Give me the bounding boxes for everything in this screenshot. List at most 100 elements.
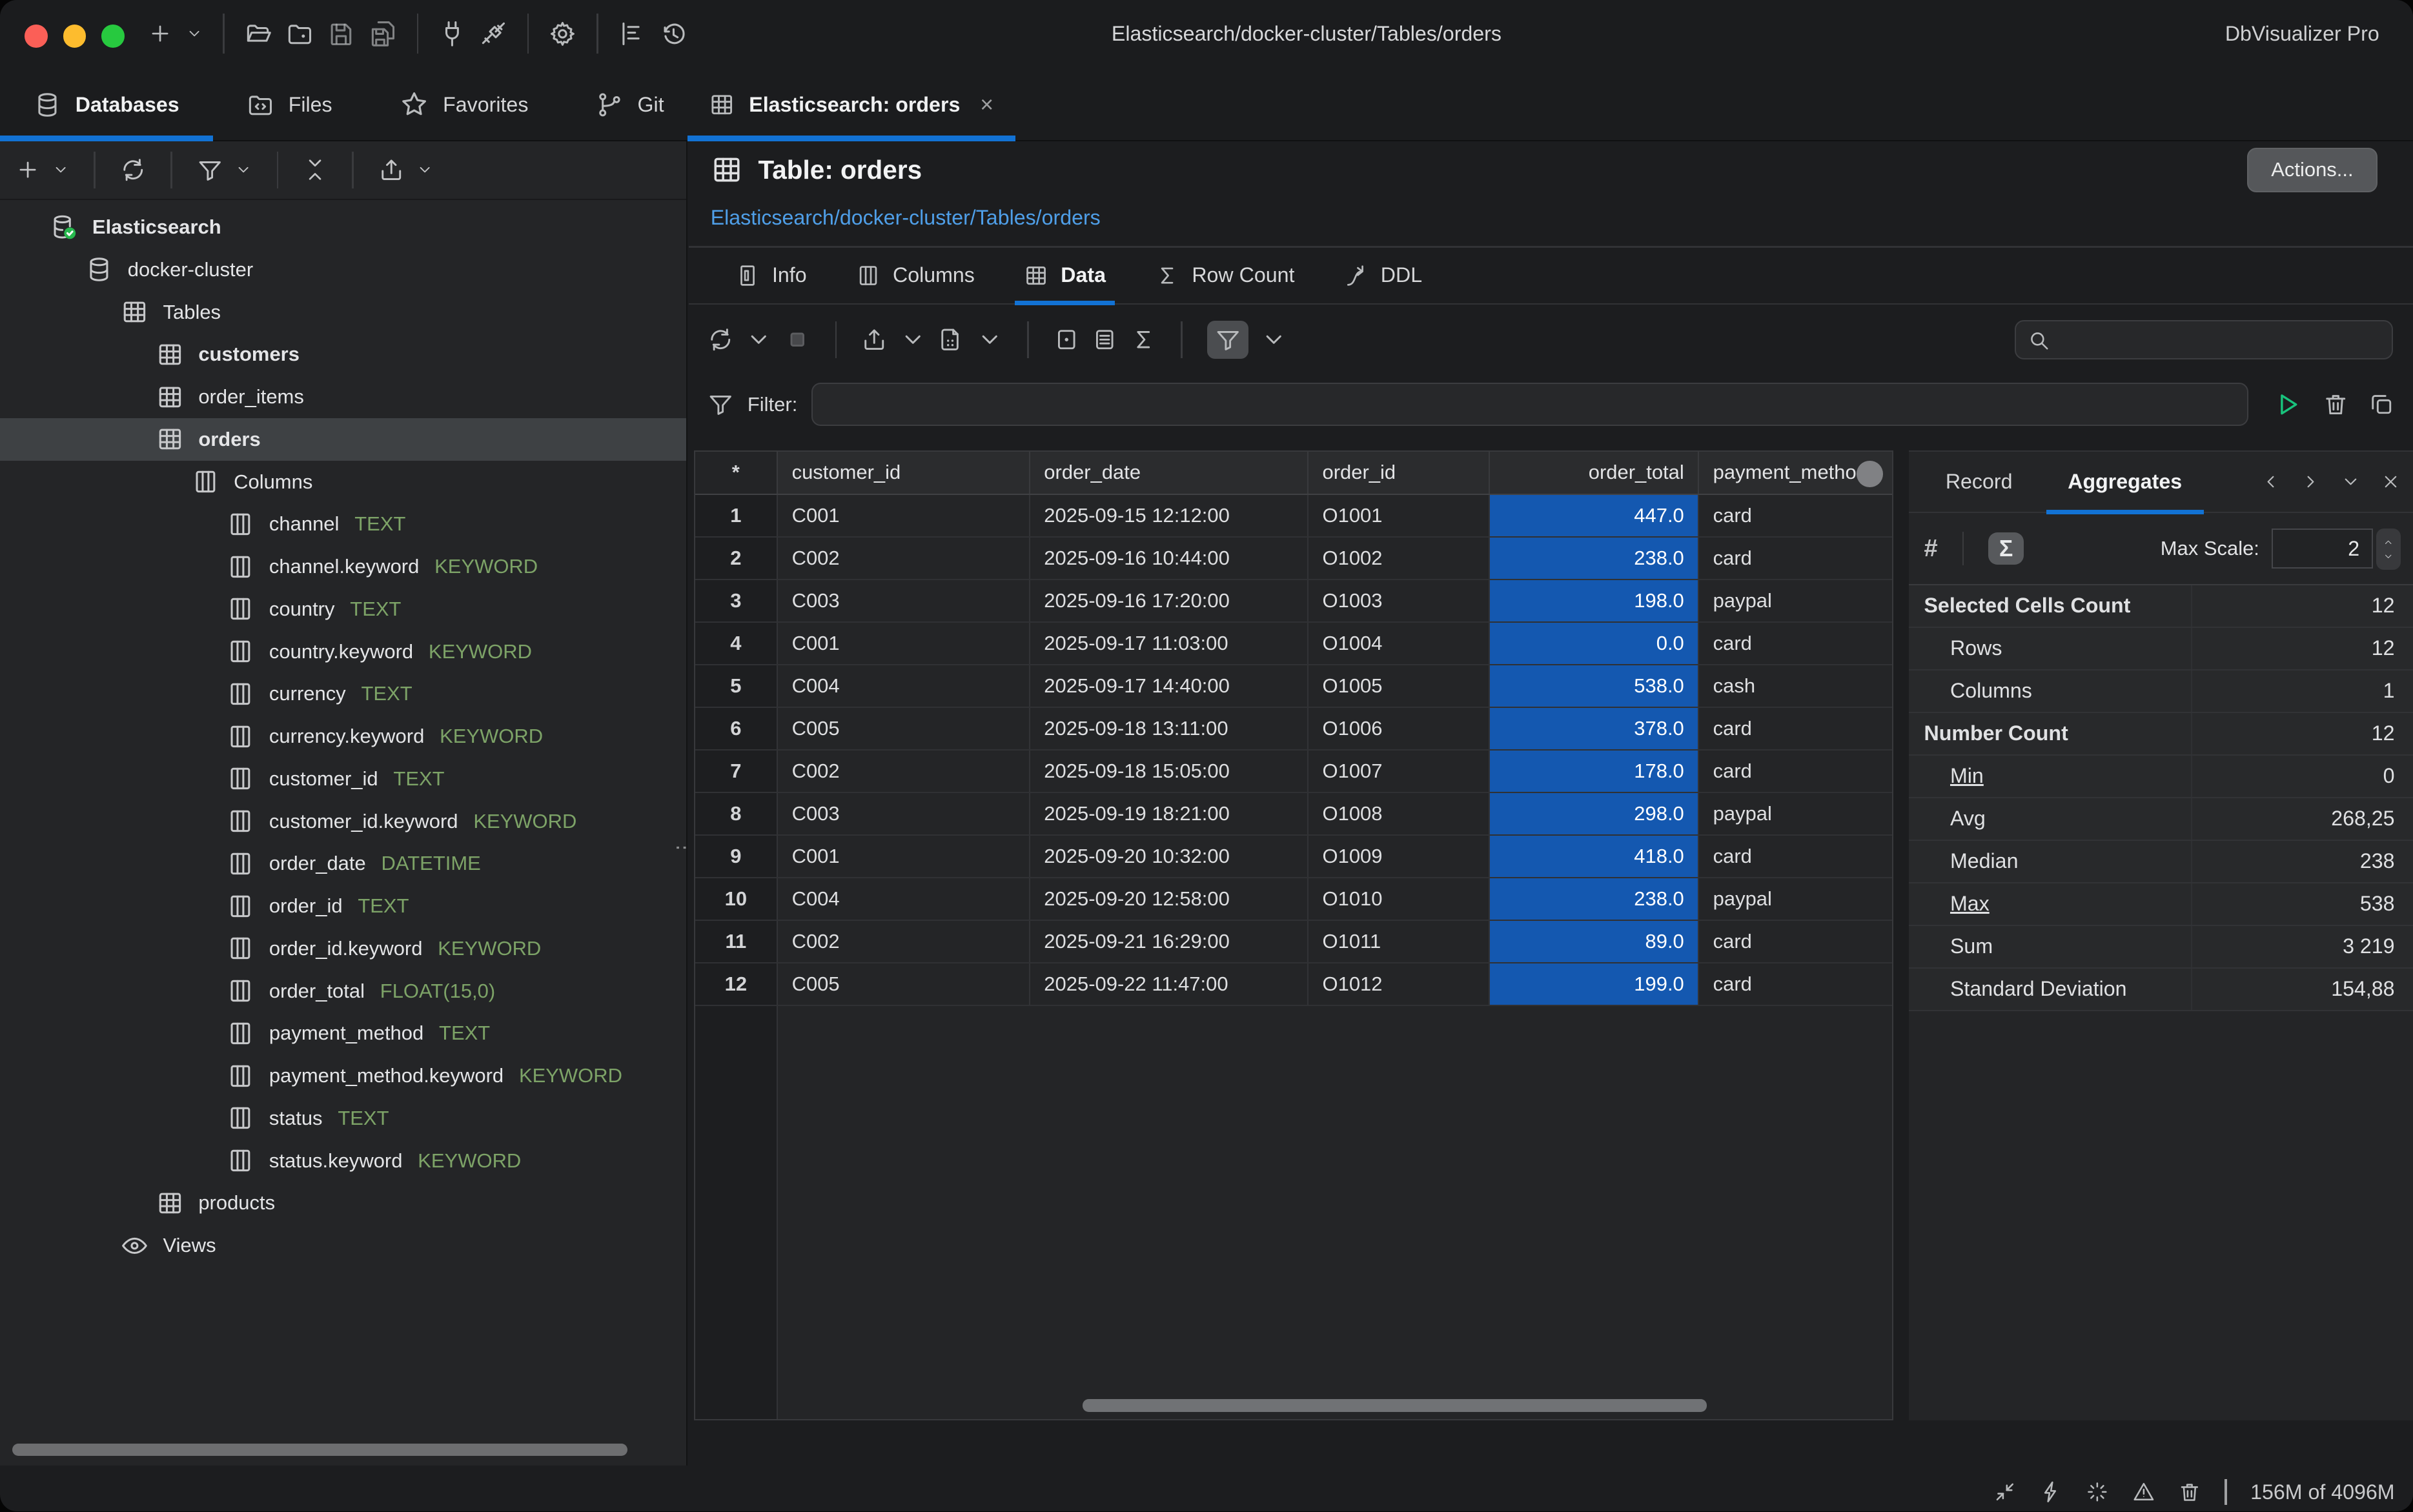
- cell-order-date[interactable]: 2025-09-19 18:21:00: [1030, 793, 1308, 834]
- cell-order-id[interactable]: O1009: [1308, 836, 1490, 877]
- column-options-button[interactable]: [1857, 461, 1883, 487]
- aggregate-label[interactable]: Min: [1950, 764, 1984, 787]
- cell-customer-id[interactable]: C003: [778, 580, 1030, 621]
- tree-item-order-id-keyword[interactable]: order_id.keyword KEYWORD: [0, 927, 686, 970]
- cell-order-total-selected[interactable]: 238.0: [1490, 878, 1699, 920]
- cell-customer-id[interactable]: C005: [778, 963, 1030, 1005]
- cell-order-date[interactable]: 2025-09-16 17:20:00: [1030, 580, 1308, 621]
- save-all-icon[interactable]: [369, 20, 397, 48]
- object-view-tab-ddl[interactable]: DDL: [1319, 247, 1447, 304]
- cell-order-id[interactable]: O1002: [1308, 538, 1490, 579]
- folder-new-icon[interactable]: [286, 20, 314, 48]
- cell-order-total-selected[interactable]: 89.0: [1490, 921, 1699, 962]
- cell-order-id[interactable]: O1007: [1308, 751, 1490, 792]
- doc-grid-icon[interactable]: [938, 327, 964, 353]
- tree-item-order-date[interactable]: order_date DATETIME: [0, 843, 686, 885]
- chevron-down-icon[interactable]: [1261, 327, 1287, 353]
- tree-item-customers[interactable]: customers: [0, 334, 686, 376]
- row-number-cell[interactable]: 3: [695, 580, 779, 621]
- object-view-tab-columns[interactable]: Columns: [831, 247, 999, 304]
- rows-icon[interactable]: [1092, 327, 1118, 353]
- warning-icon[interactable]: [2132, 1480, 2155, 1504]
- tree-item-columns[interactable]: Columns: [0, 461, 686, 503]
- stop-icon[interactable]: [784, 327, 811, 353]
- tree-item-order-items[interactable]: order_items: [0, 376, 686, 418]
- cell-customer-id[interactable]: C001: [778, 836, 1030, 877]
- refresh-icon[interactable]: [120, 157, 147, 183]
- search-input[interactable]: [2059, 327, 2381, 353]
- cell-payment-method[interactable]: paypal: [1699, 878, 1892, 920]
- row-number-cell[interactable]: 8: [695, 793, 779, 834]
- cell-customer-id[interactable]: C003: [778, 793, 1030, 834]
- cell-order-total-selected[interactable]: 298.0: [1490, 793, 1699, 834]
- sigma-icon[interactable]: [1130, 327, 1157, 353]
- close-panel-icon[interactable]: [2381, 472, 2401, 492]
- chevron-down-icon[interactable]: [235, 161, 252, 178]
- object-view-tab-row-count[interactable]: Row Count: [1130, 247, 1319, 304]
- tree-item-channel-keyword[interactable]: channel.keyword KEYWORD: [0, 545, 686, 588]
- cell-order-total-selected[interactable]: 447.0: [1490, 495, 1699, 536]
- sidebar-resize-handle[interactable]: ⋮: [681, 838, 688, 858]
- copy-filter-button[interactable]: [2368, 391, 2395, 418]
- cell-order-date[interactable]: 2025-09-17 11:03:00: [1030, 623, 1308, 664]
- chevron-down-icon[interactable]: [746, 327, 772, 353]
- collapse-arrows-icon[interactable]: [1993, 1480, 2017, 1504]
- save-icon[interactable]: [327, 20, 355, 48]
- sigma-toggle-icon[interactable]: Σ: [1988, 532, 2024, 565]
- nav-tab-files[interactable]: Files: [213, 68, 366, 141]
- cell-payment-method[interactable]: card: [1699, 623, 1892, 664]
- refresh-icon[interactable]: [708, 327, 734, 353]
- tree-item-docker-cluster[interactable]: docker-cluster: [0, 248, 686, 291]
- prev-record-icon[interactable]: [2261, 472, 2281, 492]
- filter-icon[interactable]: [197, 157, 223, 183]
- cell-payment-method[interactable]: card: [1699, 495, 1892, 536]
- cell-order-total-selected[interactable]: 0.0: [1490, 623, 1699, 664]
- tree-item-currency-keyword[interactable]: currency.keyword KEYWORD: [0, 715, 686, 758]
- cell-order-date[interactable]: 2025-09-18 15:05:00: [1030, 751, 1308, 792]
- filter-input[interactable]: [811, 383, 2249, 426]
- cell-order-date[interactable]: 2025-09-20 10:32:00: [1030, 836, 1308, 877]
- cell-payment-method[interactable]: paypal: [1699, 793, 1892, 834]
- tree-item-customer-id[interactable]: customer_id TEXT: [0, 758, 686, 800]
- close-tab-icon[interactable]: ×: [980, 92, 993, 118]
- column-header-order-date[interactable]: order_date: [1030, 452, 1308, 494]
- tree-item-currency[interactable]: currency TEXT: [0, 673, 686, 716]
- filter-toggle-icon[interactable]: [1207, 321, 1248, 359]
- apply-filter-button[interactable]: [2272, 389, 2303, 420]
- row-number-cell[interactable]: 12: [695, 963, 779, 1005]
- row-number-cell[interactable]: 7: [695, 751, 779, 792]
- cell-customer-id[interactable]: C004: [778, 665, 1030, 707]
- cell-payment-method[interactable]: paypal: [1699, 580, 1892, 621]
- cell-customer-id[interactable]: C001: [778, 623, 1030, 664]
- cell-order-id[interactable]: O1011: [1308, 921, 1490, 962]
- column-header-order-total[interactable]: order_total: [1490, 452, 1699, 494]
- tree-item-status[interactable]: status TEXT: [0, 1097, 686, 1140]
- cell-customer-id[interactable]: C002: [778, 921, 1030, 962]
- cell-order-date[interactable]: 2025-09-15 12:12:00: [1030, 495, 1308, 536]
- cell-customer-id[interactable]: C002: [778, 751, 1030, 792]
- column-header-rownum[interactable]: *: [695, 452, 779, 494]
- cell-payment-method[interactable]: cash: [1699, 665, 1892, 707]
- chevron-down-icon[interactable]: [977, 327, 1003, 353]
- cell-order-id[interactable]: O1001: [1308, 495, 1490, 536]
- cell-order-id[interactable]: O1004: [1308, 623, 1490, 664]
- tree-item-elasticsearch[interactable]: Elasticsearch: [0, 206, 686, 248]
- cell-order-id[interactable]: O1012: [1308, 963, 1490, 1005]
- cell-payment-method[interactable]: card: [1699, 538, 1892, 579]
- row-number-cell[interactable]: 9: [695, 836, 779, 877]
- chevron-down-icon[interactable]: [416, 161, 433, 178]
- tree-item-country-keyword[interactable]: country.keyword KEYWORD: [0, 630, 686, 673]
- cell-order-date[interactable]: 2025-09-21 16:29:00: [1030, 921, 1308, 962]
- chevron-down-icon[interactable]: [52, 161, 69, 178]
- cell-order-date[interactable]: 2025-09-16 10:44:00: [1030, 538, 1308, 579]
- zoom-window-button[interactable]: [101, 25, 125, 48]
- tree-item-status-keyword[interactable]: status.keyword KEYWORD: [0, 1140, 686, 1182]
- tree-item-payment-method[interactable]: payment_method TEXT: [0, 1013, 686, 1055]
- settings-gear-icon[interactable]: [549, 20, 576, 48]
- cell-payment-method[interactable]: card: [1699, 836, 1892, 877]
- cell-order-total-selected[interactable]: 538.0: [1490, 665, 1699, 707]
- row-number-cell[interactable]: 5: [695, 665, 779, 707]
- cell-order-total-selected[interactable]: 378.0: [1490, 708, 1699, 749]
- cell-customer-id[interactable]: C004: [778, 878, 1030, 920]
- cell-order-date[interactable]: 2025-09-20 12:58:00: [1030, 878, 1308, 920]
